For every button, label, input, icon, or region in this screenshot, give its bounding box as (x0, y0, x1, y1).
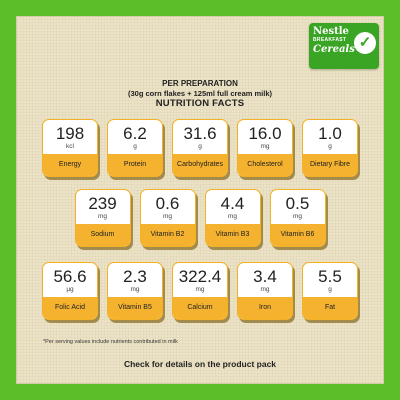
nutrient-value: 2.3 (123, 267, 147, 286)
nutrient-unit: mg (260, 143, 270, 150)
nutrient-label: Folic Acid (43, 297, 97, 319)
nutrient-value: 31.6 (183, 124, 217, 143)
nutrient-label: Cholesterol (238, 154, 292, 176)
nutrient-unit: kcl (66, 143, 74, 150)
nutrient-card-fat: 5.5 g Fat (302, 262, 358, 320)
nutrient-unit: mg (162, 213, 173, 220)
nutrient-value: 0.5 (285, 194, 310, 213)
nutrient-label: Vitamin B6 (270, 224, 325, 246)
nutrient-label: Vitamin B2 (140, 224, 195, 246)
nutrient-card-energy: 198 kcl Energy (42, 119, 98, 177)
nutrient-unit: g (328, 286, 332, 293)
nutrient-value: 0.6 (155, 194, 180, 213)
nutrient-row-3: 56.6 µg Folic Acid 2.3 mg Vitamin B5 322… (17, 262, 383, 320)
nutrition-board: Nestle BREAKFAST Cereals ✓ PER PREPARATI… (16, 16, 384, 384)
nutrient-label: Calcium (173, 297, 227, 319)
nutrient-label: Vitamin B3 (205, 224, 260, 246)
nutrient-unit: g (133, 143, 137, 150)
nutrient-unit: mg (260, 286, 270, 293)
nutrient-row-2: 239 mg Sodium 0.6 mg Vitamin B2 4.4 mg V… (17, 189, 383, 247)
nutrient-unit: g (328, 143, 332, 150)
header: PER PREPARATION (30g corn flakes + 125ml… (17, 79, 383, 110)
nutrient-value: 239 (88, 194, 117, 213)
nutrient-card-dietary-fibre: 1.0 g Dietary Fibre (302, 119, 358, 177)
check-icon: ✓ (354, 32, 376, 54)
nutrient-unit: mg (195, 286, 205, 293)
nutrient-value: 16.0 (248, 124, 282, 143)
nutrient-label: Carbohydrates (173, 154, 227, 176)
call-to-action: Check for details on the product pack (123, 359, 277, 369)
nutrient-card-vitamin-b3: 4.4 mg Vitamin B3 (204, 189, 261, 247)
nutrient-unit: mg (130, 286, 140, 293)
nutrient-unit: mg (97, 213, 108, 220)
nutrient-label: Protein (108, 154, 162, 176)
nutrient-value: 322.4 (178, 267, 222, 286)
nutrient-card-protein: 6.2 g Protein (107, 119, 163, 177)
nutrient-value: 3.4 (253, 267, 277, 286)
header-line1: PER PREPARATION (162, 79, 238, 88)
nutrient-row-1: 198 kcl Energy 6.2 g Protein 31.6 g Carb… (17, 119, 383, 177)
nutrient-card-vitamin-b5: 2.3 mg Vitamin B5 (107, 262, 163, 320)
nutrient-card-vitamin-b2: 0.6 mg Vitamin B2 (139, 189, 196, 247)
nutrient-label: Iron (238, 297, 292, 319)
nutrient-value: 5.5 (318, 267, 342, 286)
nutrient-unit: mg (292, 213, 303, 220)
nutrient-value: 198 (55, 124, 85, 143)
nestle-logo: Nestle BREAKFAST Cereals ✓ (309, 23, 379, 69)
nutrient-label: Fat (303, 297, 357, 319)
nutrient-label: Energy (43, 154, 97, 176)
nutrient-card-iron: 3.4 mg Iron (237, 262, 293, 320)
nutrient-card-sodium: 239 mg Sodium (74, 189, 131, 247)
nutrient-label: Sodium (75, 224, 130, 246)
header-title: NUTRITION FACTS (155, 98, 245, 109)
nutrient-value: 6.2 (123, 124, 147, 143)
nutrient-card-cholesterol: 16.0 mg Cholesterol (237, 119, 293, 177)
footnote: *Per serving values include nutrients co… (43, 339, 178, 345)
nutrient-label: Dietary Fibre (303, 154, 357, 176)
nutrient-card-folic-acid: 56.6 µg Folic Acid (42, 262, 98, 320)
nutrient-label: Vitamin B5 (108, 297, 162, 319)
nutrient-unit: g (198, 143, 202, 150)
header-line2: (30g corn flakes + 125ml full cream milk… (127, 89, 273, 98)
nutrient-value: 1.0 (318, 124, 342, 143)
nutrient-card-vitamin-b6: 0.5 mg Vitamin B6 (269, 189, 326, 247)
nutrient-unit: mg (227, 213, 238, 220)
nutrient-value: 56.6 (53, 267, 87, 286)
nutrient-unit: µg (66, 286, 74, 293)
nutrient-value: 4.4 (220, 194, 245, 213)
nutrient-card-calcium: 322.4 mg Calcium (172, 262, 228, 320)
nutrient-card-carbohydrates: 31.6 g Carbohydrates (172, 119, 228, 177)
